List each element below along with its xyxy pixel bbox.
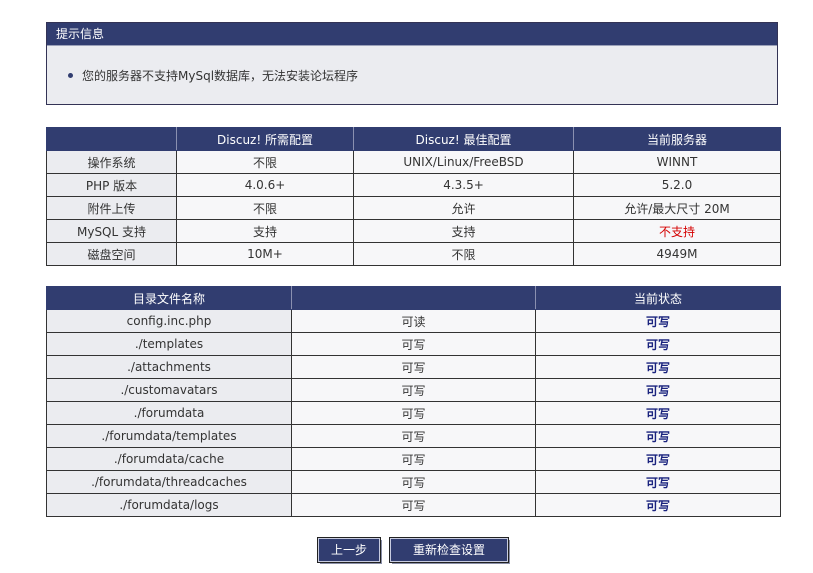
dir-required: 可写 [291,493,536,517]
env-item: 操作系统 [46,150,177,174]
dir-required: 可写 [291,332,536,356]
table-row: 附件上传 不限 允许 允许/最大尺寸 20M [46,196,781,220]
env-required: 4.0.6+ [176,173,354,197]
dir-status: 可写 [535,355,781,379]
dir-required: 可读 [291,309,536,333]
notice-panel: 提示信息 您的服务器不支持MySql数据库，无法安装论坛程序 [46,22,778,105]
dir-required: 可写 [291,424,536,448]
table-row: 磁盘空间 10M+ 不限 4949M [46,242,781,266]
dir-required: 可写 [291,447,536,471]
dir-name: ./forumdata/logs [46,493,292,517]
dir-header-required [291,286,536,310]
recheck-settings-button[interactable]: 重新检查设置 [389,537,509,563]
dir-required: 可写 [291,401,536,425]
dir-name: config.inc.php [46,309,292,333]
env-item: 附件上传 [46,196,177,220]
dir-name: ./forumdata/cache [46,447,292,471]
table-row: ./forumdata/cache 可写 可写 [46,447,781,471]
env-header-required: Discuz! 所需配置 [176,127,354,151]
dir-header-status: 当前状态 [535,286,781,310]
env-best: UNIX/Linux/FreeBSD [353,150,574,174]
env-item: MySQL 支持 [46,219,177,243]
env-required: 支持 [176,219,354,243]
env-current: 5.2.0 [573,173,781,197]
notice-message: 您的服务器不支持MySql数据库，无法安装论坛程序 [82,69,359,83]
dir-status: 可写 [535,309,781,333]
dir-required: 可写 [291,470,536,494]
env-item: PHP 版本 [46,173,177,197]
bullet-icon [68,73,73,78]
env-best: 不限 [353,242,574,266]
dir-name: ./forumdata/threadcaches [46,470,292,494]
dir-name: ./customavatars [46,378,292,402]
env-current-error: 不支持 [573,219,781,243]
env-best: 允许 [353,196,574,220]
env-header-best: Discuz! 最佳配置 [353,127,574,151]
env-current: WINNT [573,150,781,174]
env-header-current: 当前服务器 [573,127,781,151]
dir-name: ./forumdata [46,401,292,425]
table-row: ./forumdata/threadcaches 可写 可写 [46,470,781,494]
dir-status: 可写 [535,470,781,494]
table-row: ./forumdata/templates 可写 可写 [46,424,781,448]
env-item: 磁盘空间 [46,242,177,266]
env-required: 不限 [176,150,354,174]
dir-header-name: 目录文件名称 [46,286,292,310]
dir-status: 可写 [535,447,781,471]
env-header-item [46,127,177,151]
environment-table: Discuz! 所需配置 Discuz! 最佳配置 当前服务器 操作系统 不限 … [46,127,781,266]
env-best: 支持 [353,219,574,243]
env-current: 4949M [573,242,781,266]
dir-status: 可写 [535,401,781,425]
dir-name: ./forumdata/templates [46,424,292,448]
environment-header-row: Discuz! 所需配置 Discuz! 最佳配置 当前服务器 [46,127,781,151]
dir-required: 可写 [291,355,536,379]
table-row: 操作系统 不限 UNIX/Linux/FreeBSD WINNT [46,150,781,174]
table-row: ./forumdata 可写 可写 [46,401,781,425]
table-row: ./templates 可写 可写 [46,332,781,356]
table-row: config.inc.php 可读 可写 [46,309,781,333]
directory-header-row: 目录文件名称 当前状态 [46,286,781,310]
table-row: MySQL 支持 支持 支持 不支持 [46,219,781,243]
env-best: 4.3.5+ [353,173,574,197]
env-current: 允许/最大尺寸 20M [573,196,781,220]
dir-status: 可写 [535,332,781,356]
dir-required: 可写 [291,378,536,402]
env-required: 10M+ [176,242,354,266]
table-row: ./attachments 可写 可写 [46,355,781,379]
notice-message-item: 您的服务器不支持MySql数据库，无法安装论坛程序 [68,67,358,84]
env-required: 不限 [176,196,354,220]
dir-name: ./attachments [46,355,292,379]
dir-status: 可写 [535,493,781,517]
table-row: ./forumdata/logs 可写 可写 [46,493,781,517]
directory-permission-table: 目录文件名称 当前状态 config.inc.php 可读 可写 ./templ… [46,286,781,517]
dir-name: ./templates [46,332,292,356]
dir-status: 可写 [535,378,781,402]
dir-status: 可写 [535,424,781,448]
notice-title: 提示信息 [47,23,777,45]
prev-step-button[interactable]: 上一步 [317,537,381,563]
table-row: ./customavatars 可写 可写 [46,378,781,402]
table-row: PHP 版本 4.0.6+ 4.3.5+ 5.2.0 [46,173,781,197]
